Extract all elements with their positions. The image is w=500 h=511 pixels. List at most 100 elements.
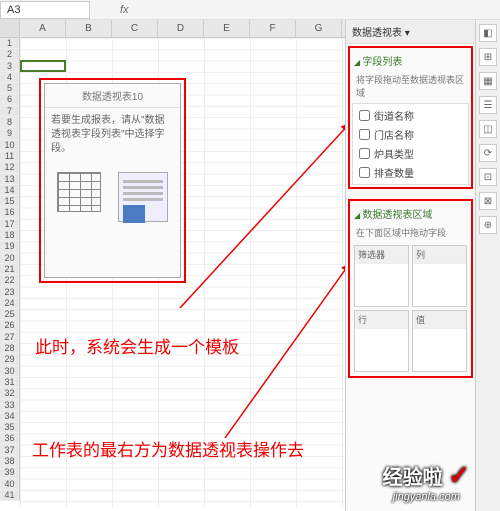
row-header[interactable]: 20 <box>0 253 19 264</box>
field-item[interactable]: 街道名称 <box>355 106 466 125</box>
field-checkbox[interactable] <box>359 167 370 178</box>
fields-section-title: 字段列表 <box>352 50 469 71</box>
tool-icon[interactable]: ◧ <box>479 24 497 42</box>
col-header[interactable]: G <box>296 20 342 37</box>
tool-icon[interactable]: ☰ <box>479 96 497 114</box>
row-header[interactable]: 35 <box>0 422 19 433</box>
active-cell[interactable] <box>20 60 66 72</box>
row-header[interactable]: 29 <box>0 354 19 365</box>
row-header[interactable]: 30 <box>0 366 19 377</box>
row-header[interactable]: 32 <box>0 388 19 399</box>
field-checkbox[interactable] <box>359 129 370 140</box>
row-header[interactable]: 16 <box>0 207 19 218</box>
field-label: 排查数量 <box>374 165 414 180</box>
area-label: 列 <box>413 246 466 264</box>
field-label: 街道名称 <box>374 108 414 123</box>
formula-bar[interactable]: fx <box>120 4 133 16</box>
row-header[interactable]: 11 <box>0 151 19 162</box>
row-header[interactable]: 19 <box>0 241 19 252</box>
row-header[interactable]: 7 <box>0 106 19 117</box>
row-header[interactable]: 15 <box>0 196 19 207</box>
area-label: 行 <box>355 311 408 329</box>
annotation-box-1 <box>39 78 186 283</box>
row-header[interactable]: 8 <box>0 117 19 128</box>
row-header[interactable]: 38 <box>0 456 19 467</box>
annotation-box-2: 字段列表 将字段拖动至数据透视表区域 街道名称 门店名称 炉具类型 排查数量 <box>348 46 473 189</box>
area-filters[interactable]: 筛选器 <box>354 245 409 307</box>
row-header[interactable]: 14 <box>0 185 19 196</box>
row-header[interactable]: 18 <box>0 230 19 241</box>
tool-icon[interactable]: ⊠ <box>479 192 497 210</box>
field-checkbox[interactable] <box>359 110 370 121</box>
tool-icon[interactable]: ▦ <box>479 72 497 90</box>
field-item[interactable]: 排查数量 <box>355 163 466 182</box>
row-header[interactable]: 3 <box>0 61 19 72</box>
col-header[interactable]: D <box>158 20 204 37</box>
select-all-corner[interactable] <box>0 20 20 37</box>
annotation-box-3: 数据透视表区域 在下面区域中拖动字段 筛选器 列 行 值 <box>348 199 473 378</box>
fields-section-sub: 将字段拖动至数据透视表区域 <box>352 71 469 103</box>
tool-icon[interactable]: ◫ <box>479 120 497 138</box>
row-header[interactable]: 9 <box>0 128 19 139</box>
field-checkbox[interactable] <box>359 148 370 159</box>
tool-icon[interactable]: ⊕ <box>479 216 497 234</box>
row-header[interactable]: 27 <box>0 332 19 343</box>
row-header[interactable]: 1 <box>0 38 19 49</box>
field-list[interactable]: 街道名称 门店名称 炉具类型 排查数量 <box>352 103 469 185</box>
annotation-text-1: 此时，系统会生成一个模板 <box>35 333 239 358</box>
watermark: 经验啦 ✓ jingyanla.com <box>383 460 470 503</box>
col-header[interactable]: C <box>112 20 158 37</box>
check-icon: ✓ <box>448 460 470 490</box>
watermark-text: 经验啦 <box>383 467 443 489</box>
right-toolbar: ◧ ⊞ ▦ ☰ ◫ ⟳ ⊡ ⊠ ⊕ <box>475 20 500 511</box>
area-label: 筛选器 <box>355 246 408 264</box>
row-header[interactable]: 34 <box>0 411 19 422</box>
area-rows[interactable]: 行 <box>354 310 409 372</box>
row-header[interactable]: 40 <box>0 479 19 490</box>
row-header[interactable]: 10 <box>0 140 19 151</box>
row-header[interactable]: 25 <box>0 309 19 320</box>
row-header[interactable]: 31 <box>0 377 19 388</box>
row-header[interactable]: 17 <box>0 219 19 230</box>
col-header[interactable]: B <box>66 20 112 37</box>
col-header[interactable]: F <box>250 20 296 37</box>
area-label: 值 <box>413 311 466 329</box>
col-header[interactable]: E <box>204 20 250 37</box>
tool-icon[interactable]: ⊞ <box>479 48 497 66</box>
spreadsheet-grid[interactable]: A B C D E F G 12345678910111213141516171… <box>0 20 345 511</box>
field-label: 炉具类型 <box>374 146 414 161</box>
row-header[interactable]: 37 <box>0 445 19 456</box>
area-values[interactable]: 值 <box>412 310 467 372</box>
row-header[interactable]: 5 <box>0 83 19 94</box>
row-header[interactable]: 12 <box>0 162 19 173</box>
row-header[interactable]: 13 <box>0 174 19 185</box>
row-header[interactable]: 33 <box>0 400 19 411</box>
row-header[interactable]: 36 <box>0 433 19 444</box>
row-header[interactable]: 2 <box>0 49 19 60</box>
fx-icon: fx <box>120 4 129 16</box>
area-columns[interactable]: 列 <box>412 245 467 307</box>
row-header[interactable]: 24 <box>0 298 19 309</box>
tool-icon[interactable]: ⟳ <box>479 144 497 162</box>
field-label: 门店名称 <box>374 127 414 142</box>
row-header[interactable]: 41 <box>0 490 19 501</box>
annotation-text-2: 工作表的最右方为数据透视表操作去 <box>32 436 304 461</box>
areas-section-title: 数据透视表区域 <box>352 203 469 224</box>
row-header[interactable]: 6 <box>0 94 19 105</box>
row-header[interactable]: 21 <box>0 264 19 275</box>
name-box[interactable]: A3 <box>0 1 90 19</box>
row-header[interactable]: 23 <box>0 287 19 298</box>
row-headers[interactable]: 1234567891011121314151617181920212223242… <box>0 38 20 501</box>
pivot-side-panel: 数据透视表 ▾ 字段列表 将字段拖动至数据透视表区域 街道名称 门店名称 炉具类… <box>345 20 475 511</box>
field-item[interactable]: 门店名称 <box>355 125 466 144</box>
tool-icon[interactable]: ⊡ <box>479 168 497 186</box>
row-header[interactable]: 39 <box>0 467 19 478</box>
row-header[interactable]: 22 <box>0 275 19 286</box>
field-item[interactable]: 炉具类型 <box>355 144 466 163</box>
col-header[interactable]: A <box>20 20 66 37</box>
row-header[interactable]: 4 <box>0 72 19 83</box>
panel-header[interactable]: 数据透视表 ▾ <box>346 20 475 44</box>
row-header[interactable]: 28 <box>0 343 19 354</box>
areas-section-sub: 在下面区域中拖动字段 <box>352 224 469 243</box>
row-header[interactable]: 26 <box>0 320 19 331</box>
